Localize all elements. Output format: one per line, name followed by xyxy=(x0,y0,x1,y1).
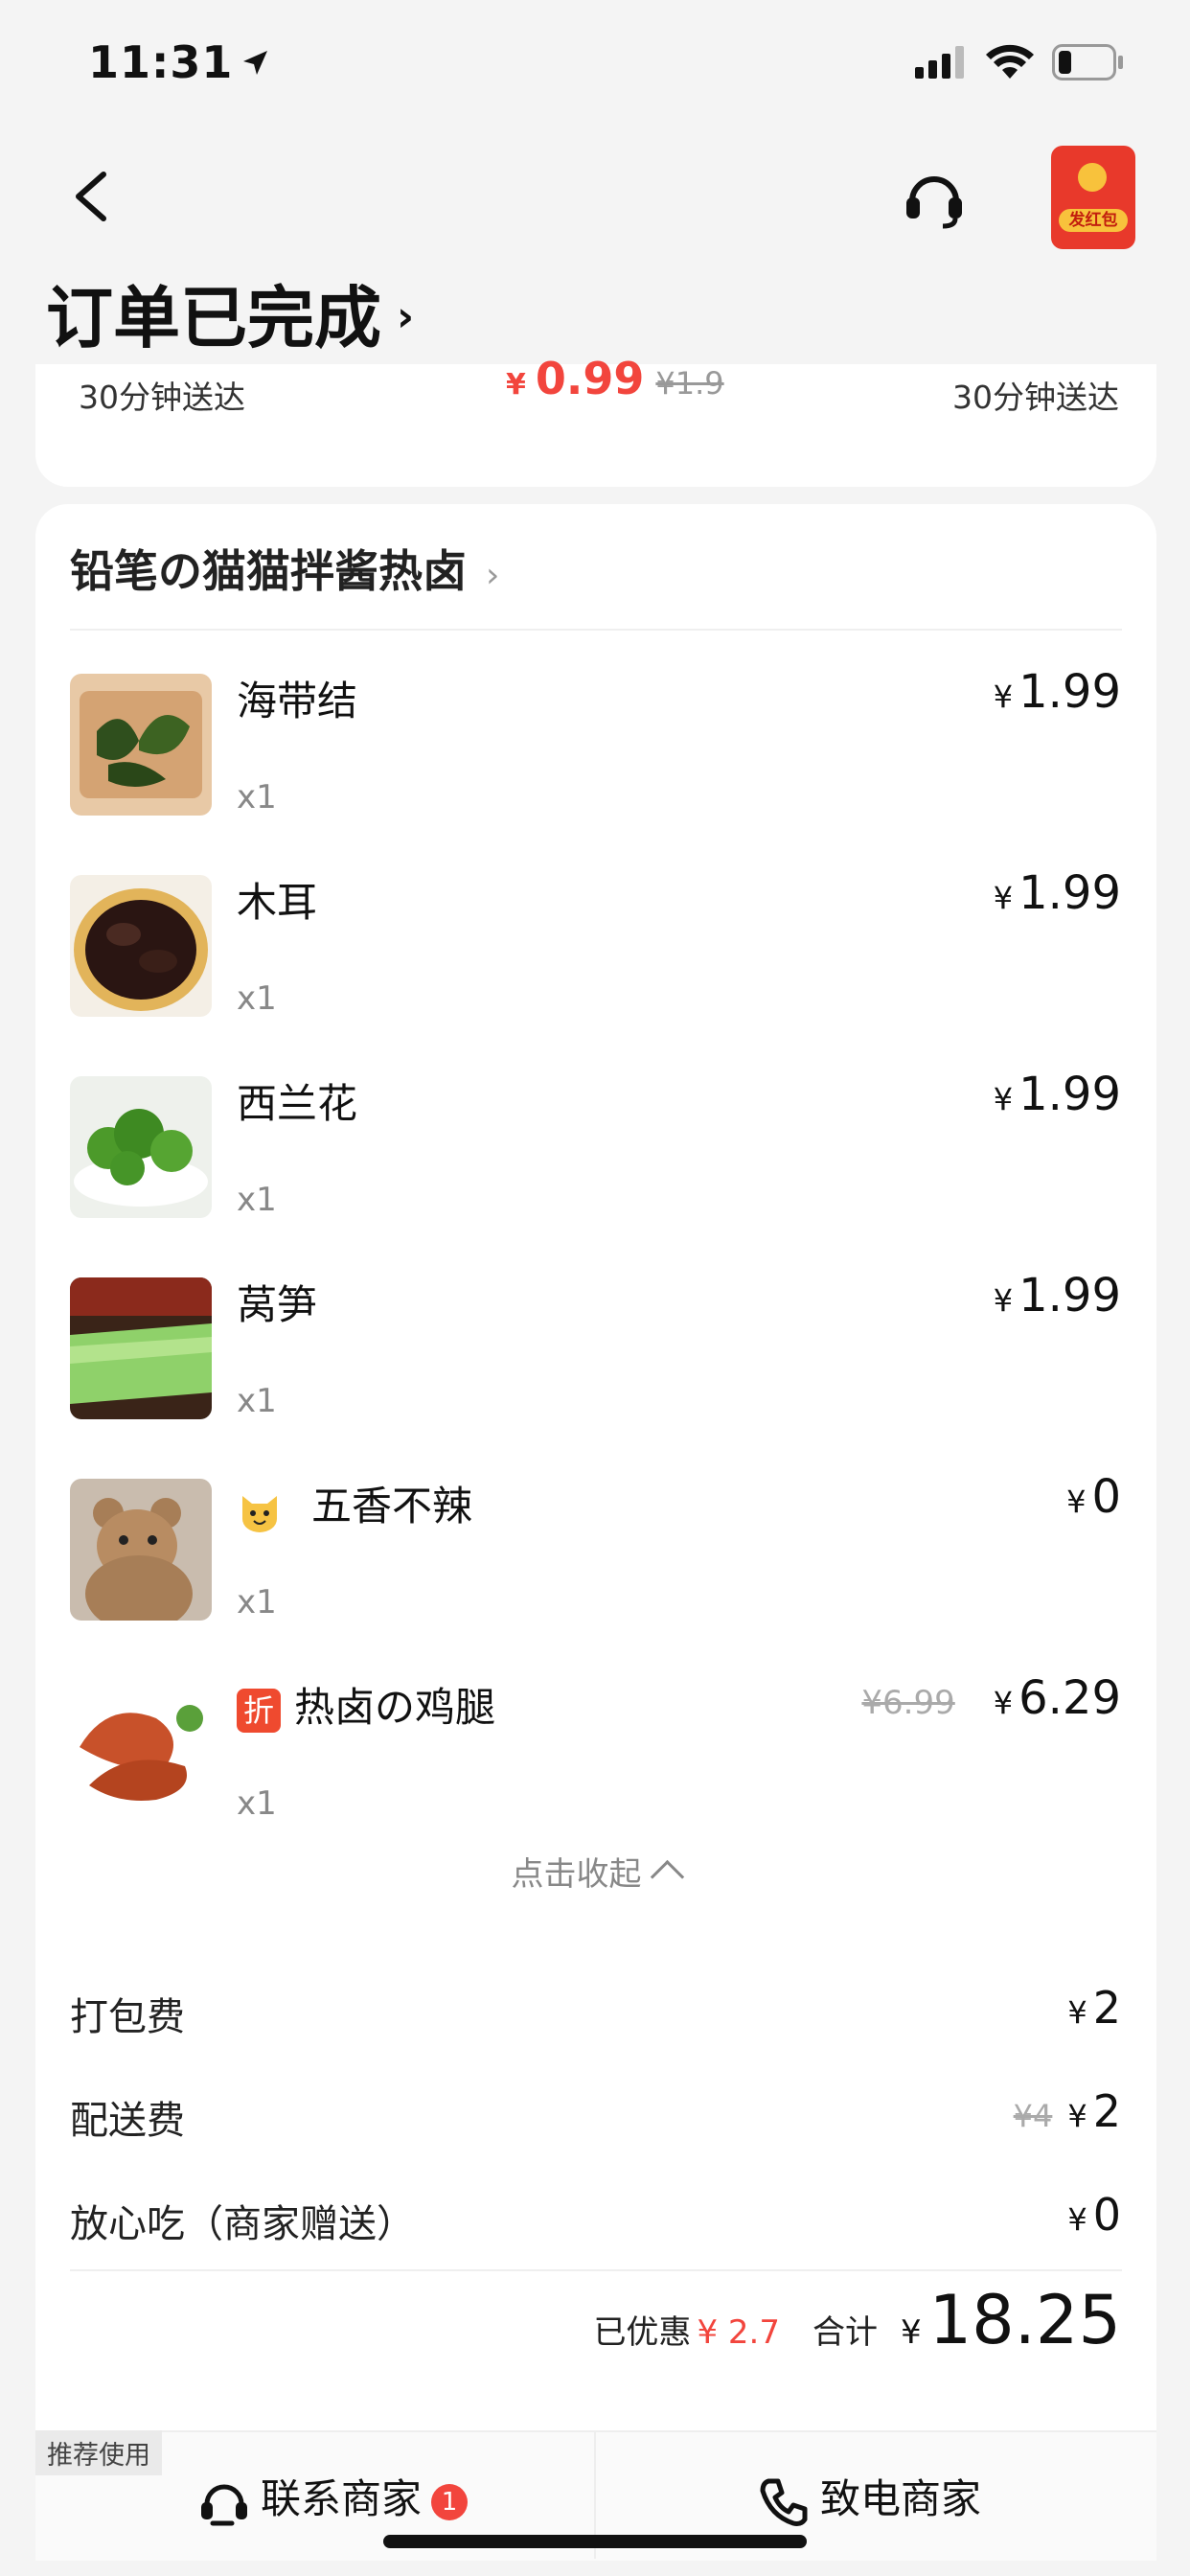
fee-label: 配送费 xyxy=(70,2099,185,2143)
red-packet-label: 发红包 xyxy=(1059,209,1128,232)
delivery-time-right: 30分钟送达 xyxy=(952,379,1119,416)
divider xyxy=(70,629,1122,631)
chevron-left-icon xyxy=(76,172,106,221)
phone-icon xyxy=(760,2478,808,2526)
delivery-time-left: 30分钟送达 xyxy=(79,379,245,416)
order-status-title[interactable]: 订单已完成 › xyxy=(46,264,414,361)
shop-name-link[interactable]: 铅笔の猫猫拌酱热卤 › xyxy=(70,537,499,600)
status-time: 11:31 xyxy=(88,36,269,88)
battery-icon xyxy=(1052,44,1125,80)
item-price: ¥1.99 xyxy=(993,1269,1121,1322)
item-name: 莴笋 xyxy=(237,1281,318,1328)
divider xyxy=(70,2269,1122,2271)
red-packet-button[interactable]: 发红包 xyxy=(1051,146,1135,249)
location-arrow-icon xyxy=(240,36,269,88)
red-packet-icon xyxy=(1078,163,1107,192)
chevron-up-icon xyxy=(650,1859,684,1895)
cat-face-icon xyxy=(237,1486,283,1532)
fee-label: 放心吃（商家赠送） xyxy=(70,2202,415,2246)
item-qty: x1 xyxy=(237,1784,277,1823)
order-total: 已优惠 ¥ 2.7 合计 ¥18.25 xyxy=(593,2281,1121,2359)
item-name: 西兰花 xyxy=(237,1080,358,1127)
item-image-teddy-bear[interactable] xyxy=(70,1479,212,1621)
item-price: ¥1.99 xyxy=(993,866,1121,920)
item-name: 木耳 xyxy=(237,879,318,926)
customer-service-button[interactable] xyxy=(901,165,968,232)
chat-service-icon xyxy=(201,2484,247,2525)
wifi-icon xyxy=(984,42,1036,80)
item-price: ¥1.99 xyxy=(993,1068,1121,1121)
home-indicator xyxy=(383,2535,807,2548)
item-image-kelp[interactable] xyxy=(70,674,212,816)
item-price: ¥0 xyxy=(1066,1470,1121,1524)
item-image-fungus[interactable] xyxy=(70,875,212,1017)
item-qty: x1 xyxy=(237,1181,277,1219)
item-qty: x1 xyxy=(237,1382,277,1420)
fee-value: ¥4 ¥2 xyxy=(1013,2085,1121,2137)
item-price: ¥1.99 xyxy=(993,665,1121,719)
promo-price: ¥0.99 ¥1.9 xyxy=(506,353,724,404)
chevron-right-icon: › xyxy=(486,556,500,595)
item-image-lettuce-stem[interactable] xyxy=(70,1277,212,1419)
back-button[interactable] xyxy=(63,163,121,230)
headset-icon xyxy=(906,176,962,229)
item-price: ¥6.99 ¥6.29 xyxy=(861,1671,1121,1725)
collapse-toggle[interactable]: 点击收起 xyxy=(0,1848,1190,1895)
call-merchant-button[interactable]: 致电商家 xyxy=(757,2467,981,2529)
contact-merchant-button[interactable]: 联系商家 1 xyxy=(197,2467,469,2529)
discount-tag: 折 xyxy=(237,1688,281,1733)
item-name: 五香不辣 xyxy=(237,1474,472,1532)
recommend-tag: 推荐使用 xyxy=(35,2430,162,2475)
chevron-right-icon: › xyxy=(397,292,415,342)
fee-value: ¥0 xyxy=(1067,2189,1121,2241)
fee-label: 打包费 xyxy=(70,1995,185,2039)
unread-badge: 1 xyxy=(431,2483,469,2520)
fee-value: ¥2 xyxy=(1067,1982,1121,2034)
item-image-chicken-leg[interactable] xyxy=(70,1680,212,1822)
item-image-broccoli[interactable] xyxy=(70,1076,212,1218)
item-name: 折热卤の鸡腿 xyxy=(237,1675,495,1734)
item-qty: x1 xyxy=(237,778,277,816)
item-qty: x1 xyxy=(237,979,277,1018)
item-name: 海带结 xyxy=(237,678,358,724)
cellular-signal-icon xyxy=(915,46,965,79)
item-qty: x1 xyxy=(237,1583,277,1622)
item-old-price: ¥6.99 xyxy=(861,1684,955,1722)
